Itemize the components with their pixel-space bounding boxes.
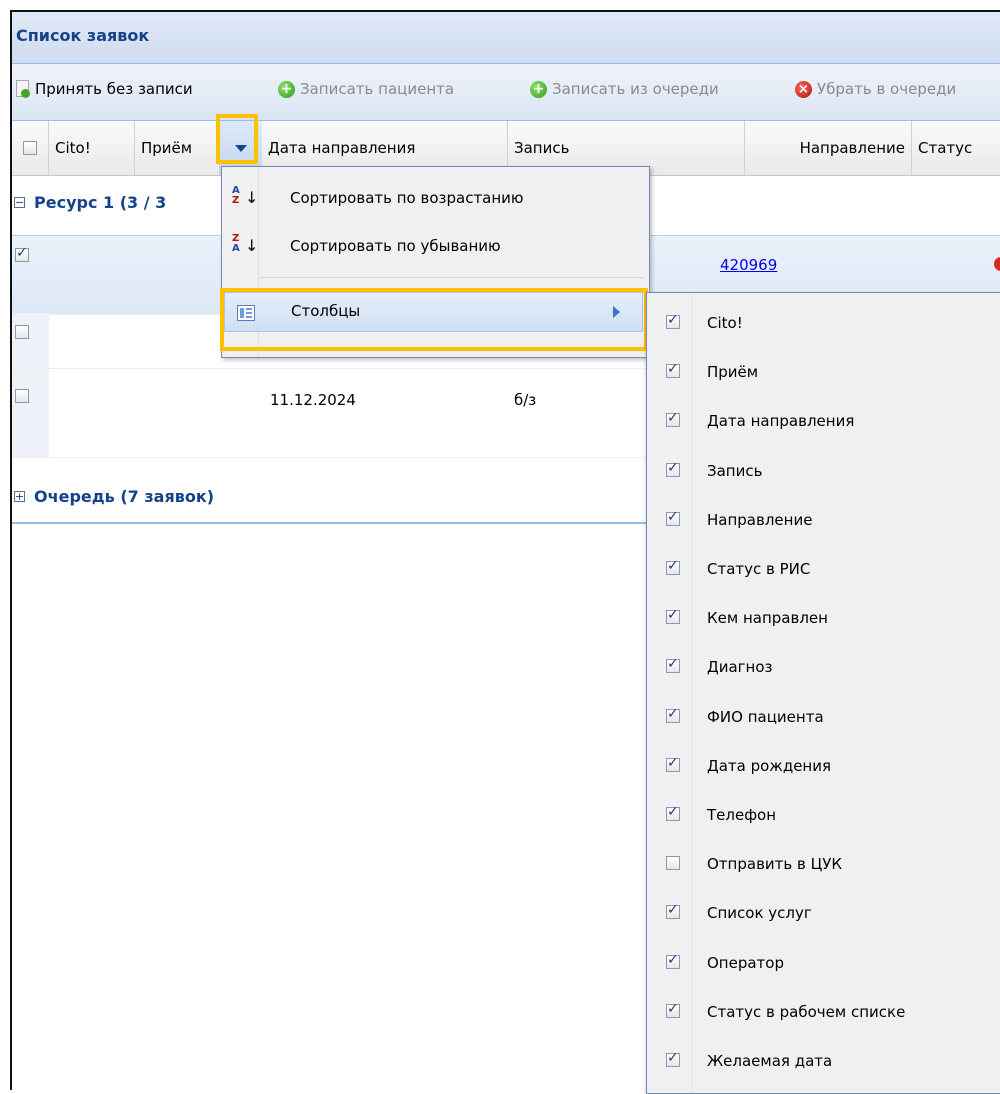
expand-icon[interactable]: +	[14, 491, 25, 502]
column-header-cito[interactable]: Cito!	[49, 121, 135, 175]
column-toggle-label: Приём	[707, 363, 759, 381]
plus-icon: +	[530, 80, 547, 98]
column-header-reception[interactable]: Приём	[135, 121, 220, 175]
column-toggle-item[interactable]: Отправить в ЦУК	[647, 836, 1000, 886]
column-toggle-label: Дата направления	[707, 412, 855, 430]
plus-icon: +	[278, 80, 295, 98]
direction-link[interactable]: 420969	[720, 256, 777, 274]
highlight-frame-columns	[220, 288, 648, 351]
column-header-status[interactable]: Статус	[912, 121, 1000, 175]
move-to-queue-button[interactable]: × Убрать в очереди	[795, 80, 956, 98]
column-toggle-item[interactable]: Телефон	[647, 787, 1000, 837]
column-toggle-item[interactable]: Статус в РИС	[647, 541, 1000, 591]
column-toggle-item[interactable]: Диагноз	[647, 639, 1000, 689]
menu-item-sort-asc[interactable]: A Z ↓ Сортировать по возрастанию	[222, 175, 649, 221]
column-toggle-checkbox[interactable]	[666, 509, 680, 526]
menu-separator	[260, 277, 644, 278]
column-toggle-item[interactable]: Дата направления	[647, 393, 1000, 443]
column-toggle-checkbox[interactable]	[666, 1001, 680, 1018]
column-toggle-checkbox[interactable]	[666, 902, 680, 919]
column-toggle-label: Статус в РИС	[707, 560, 811, 578]
column-toggle-item[interactable]: Желаемая дата	[647, 1033, 1000, 1083]
column-toggle-item[interactable]: Статус в рабочем списке	[647, 984, 1000, 1034]
panel-title: Список заявок	[16, 26, 150, 45]
column-toggle-checkbox[interactable]	[666, 804, 680, 821]
column-toggle-item[interactable]: Список услуг	[647, 885, 1000, 935]
row-checkbox[interactable]	[15, 389, 29, 403]
select-all-checkbox[interactable]	[23, 141, 37, 155]
column-toggle-label: Cito!	[707, 314, 743, 332]
column-toggle-item[interactable]: Cito!	[647, 295, 1000, 345]
column-toggle-label: Отправить в ЦУК	[707, 855, 843, 873]
column-toggle-checkbox[interactable]	[666, 755, 680, 772]
column-toggle-item[interactable]: Оператор	[647, 935, 1000, 985]
column-toggle-label: Запись	[707, 462, 763, 480]
column-toggle-item[interactable]: Кем направлен	[647, 590, 1000, 640]
column-toggle-checkbox[interactable]	[666, 361, 680, 378]
row-checkbox[interactable]	[15, 325, 29, 339]
column-toggle-checkbox[interactable]	[666, 410, 680, 427]
column-toggle-label: Направление	[707, 511, 813, 529]
column-toggle-checkbox[interactable]	[666, 952, 680, 969]
row-select-cell	[12, 313, 49, 368]
column-toggle-checkbox[interactable]	[666, 656, 680, 673]
column-toggle-label: ФИО пациента	[707, 708, 824, 726]
column-toggle-label: Кем направлен	[707, 609, 828, 627]
highlight-frame-trigger	[216, 114, 258, 164]
accept-without-record-button[interactable]: Принять без записи	[16, 80, 193, 98]
column-toggle-label: Диагноз	[707, 658, 773, 676]
panel-title-bar: Список заявок	[12, 12, 1000, 64]
column-toggle-item[interactable]: Направление	[647, 492, 1000, 542]
column-toggle-label: Статус в рабочем списке	[707, 1003, 906, 1021]
record-from-queue-button[interactable]: + Записать из очереди	[530, 80, 719, 98]
record-patient-button[interactable]: + Записать пациента	[278, 80, 454, 98]
columns-submenu: Cito! Приём Дата направления Запись Направле…	[646, 292, 1000, 1094]
column-toggle-label: Дата рождения	[707, 757, 831, 775]
column-toggle-label: Оператор	[707, 954, 784, 972]
column-toggle-checkbox[interactable]	[666, 460, 680, 477]
column-header-direction[interactable]: Направление	[745, 121, 912, 175]
column-toggle-label: Список услуг	[707, 904, 812, 922]
sort-descending-icon: Z A ↓	[232, 233, 259, 255]
toolbar: Принять без записи + Записать пациента +…	[12, 64, 1000, 121]
column-toggle-checkbox[interactable]	[666, 558, 680, 575]
column-toggle-item[interactable]: Приём	[647, 344, 1000, 394]
referral-date-cell: 11.12.2024	[270, 391, 356, 409]
column-toggle-label: Телефон	[707, 806, 777, 824]
row-select-cell	[12, 369, 49, 457]
column-toggle-checkbox[interactable]	[666, 312, 680, 329]
select-all-checkbox-cell[interactable]	[12, 121, 49, 175]
row-checkbox[interactable]	[15, 245, 29, 262]
document-add-icon	[16, 80, 30, 98]
column-toggle-label: Желаемая дата	[707, 1052, 833, 1070]
menu-item-sort-desc[interactable]: Z A ↓ Сортировать по убыванию	[222, 223, 649, 269]
column-toggle-checkbox[interactable]	[666, 706, 680, 723]
column-toggle-checkbox[interactable]	[666, 607, 680, 624]
record-cell: б/з	[514, 391, 537, 409]
column-toggle-item[interactable]: ФИО пациента	[647, 689, 1000, 739]
sort-ascending-icon: A Z ↓	[232, 185, 259, 207]
column-toggle-checkbox[interactable]	[666, 856, 680, 870]
column-toggle-item[interactable]: Дата рождения	[647, 738, 1000, 788]
column-toggle-item[interactable]: Запись	[647, 443, 1000, 493]
status-dot-icon	[994, 257, 1000, 271]
collapse-icon[interactable]: −	[14, 197, 25, 208]
column-toggle-checkbox[interactable]	[666, 1050, 680, 1067]
remove-icon: ×	[795, 80, 812, 98]
